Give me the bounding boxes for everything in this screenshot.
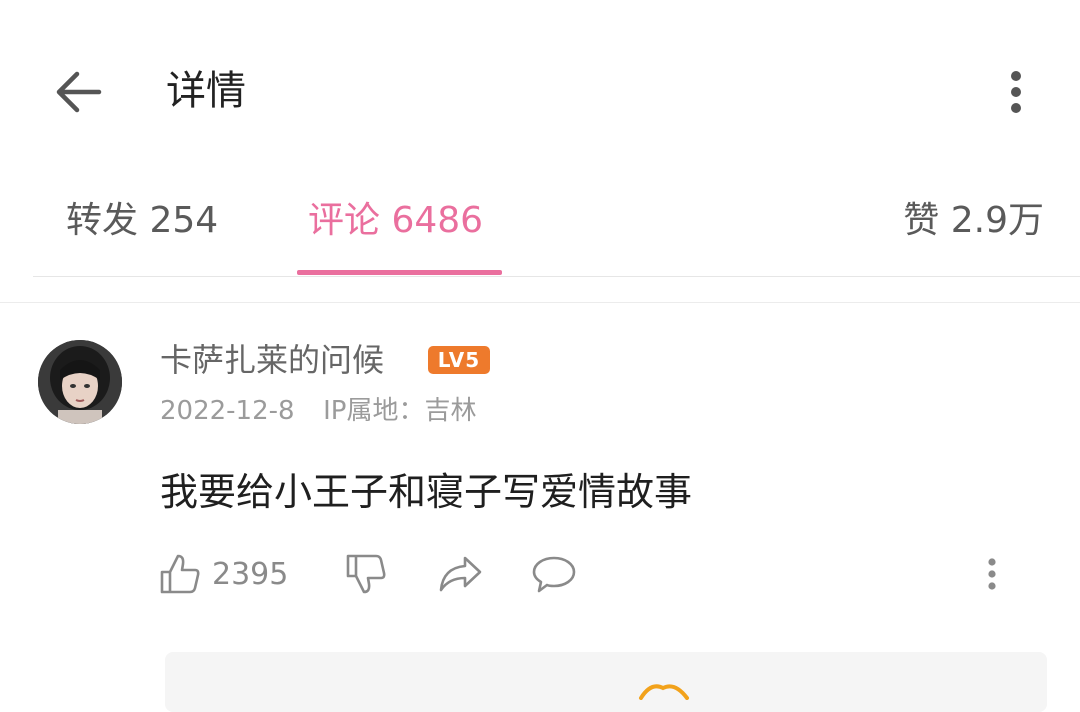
tab-like[interactable]: 赞 2.9万 xyxy=(903,196,1044,246)
comment-text: 我要给小王子和寝子写爱情故事 xyxy=(160,470,693,514)
avatar[interactable] xyxy=(38,340,122,424)
avatar-image xyxy=(38,340,122,424)
level-badge: LV5 xyxy=(428,346,490,374)
dislike-button[interactable] xyxy=(342,550,390,598)
like-button[interactable]: 2395 xyxy=(158,550,288,598)
share-icon xyxy=(439,556,482,592)
tab-divider xyxy=(33,276,1080,277)
comment-bubble-icon xyxy=(532,556,576,593)
comment-date: 2022-12-8 xyxy=(160,396,295,426)
reply-button[interactable] xyxy=(530,550,578,598)
tab-active-indicator xyxy=(297,270,502,275)
tab-repost[interactable]: 转发 254 xyxy=(66,196,218,246)
share-button[interactable] xyxy=(436,550,484,598)
back-button[interactable] xyxy=(50,64,106,120)
comment-more-button[interactable] xyxy=(972,550,1012,598)
section-divider xyxy=(0,302,1080,303)
more-options-button[interactable] xyxy=(996,64,1036,120)
page-title: 详情 xyxy=(166,68,246,114)
more-vertical-icon xyxy=(988,558,996,590)
tab-comment[interactable]: 评论 6486 xyxy=(308,196,483,246)
arrow-left-icon xyxy=(56,71,102,113)
reply-preview-box[interactable] xyxy=(165,652,1047,712)
comment-meta: 2022-12-8 IP属地：吉林 xyxy=(160,392,476,430)
thumbs-up-icon xyxy=(160,554,200,594)
ip-location: IP属地：吉林 xyxy=(323,396,477,426)
more-vertical-icon xyxy=(1011,71,1021,113)
emoji-icon xyxy=(639,684,689,700)
like-count: 2395 xyxy=(212,556,289,592)
username[interactable]: 卡萨扎莱的问候 xyxy=(160,337,384,383)
thumbs-down-icon xyxy=(346,554,386,594)
